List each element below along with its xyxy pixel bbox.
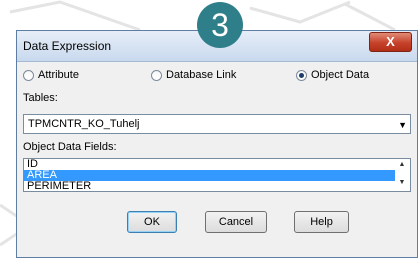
radio-object-data[interactable]: Object Data: [296, 69, 369, 81]
step-number-badge: 3: [197, 2, 243, 48]
radio-label: Database Link: [166, 69, 237, 81]
tables-dropdown[interactable]: TPMCNTR_KO_Tuhelj ▼: [23, 114, 411, 134]
scroll-up-icon[interactable]: ▲: [394, 161, 410, 168]
radio-label: Attribute: [38, 69, 79, 81]
radio-indicator: [151, 69, 162, 81]
chevron-down-icon: ▼: [398, 120, 407, 130]
scroll-down-icon[interactable]: ▼: [394, 179, 410, 186]
object-data-fields-label: Object Data Fields:: [23, 141, 117, 153]
close-icon: X: [386, 34, 395, 49]
list-item[interactable]: PERIMETER: [24, 181, 395, 192]
data-expression-dialog: Data Expression X Attribute Database Lin…: [16, 30, 418, 258]
ok-button[interactable]: OK: [127, 211, 177, 233]
dialog-content: Attribute Database Link Object Data Tabl…: [23, 67, 411, 233]
radio-indicator-selected: [296, 69, 307, 81]
object-data-fields-list[interactable]: ID AREA PERIMETER ▲ ▼: [23, 158, 411, 192]
tables-label: Tables:: [23, 92, 58, 104]
list-scrollbar[interactable]: ▲ ▼: [394, 159, 410, 191]
cancel-button[interactable]: Cancel: [205, 211, 267, 233]
list-item[interactable]: ID: [24, 159, 395, 170]
close-button[interactable]: X: [369, 32, 412, 52]
radio-database-link[interactable]: Database Link: [151, 69, 236, 81]
radio-label: Object Data: [311, 69, 370, 81]
help-button[interactable]: Help: [294, 211, 349, 233]
dialog-title: Data Expression: [23, 39, 112, 53]
tables-dropdown-value: TPMCNTR_KO_Tuhelj: [28, 118, 140, 130]
radio-indicator: [23, 69, 34, 81]
source-radio-group: Attribute Database Link Object Data: [23, 67, 411, 87]
radio-attribute[interactable]: Attribute: [23, 69, 79, 81]
